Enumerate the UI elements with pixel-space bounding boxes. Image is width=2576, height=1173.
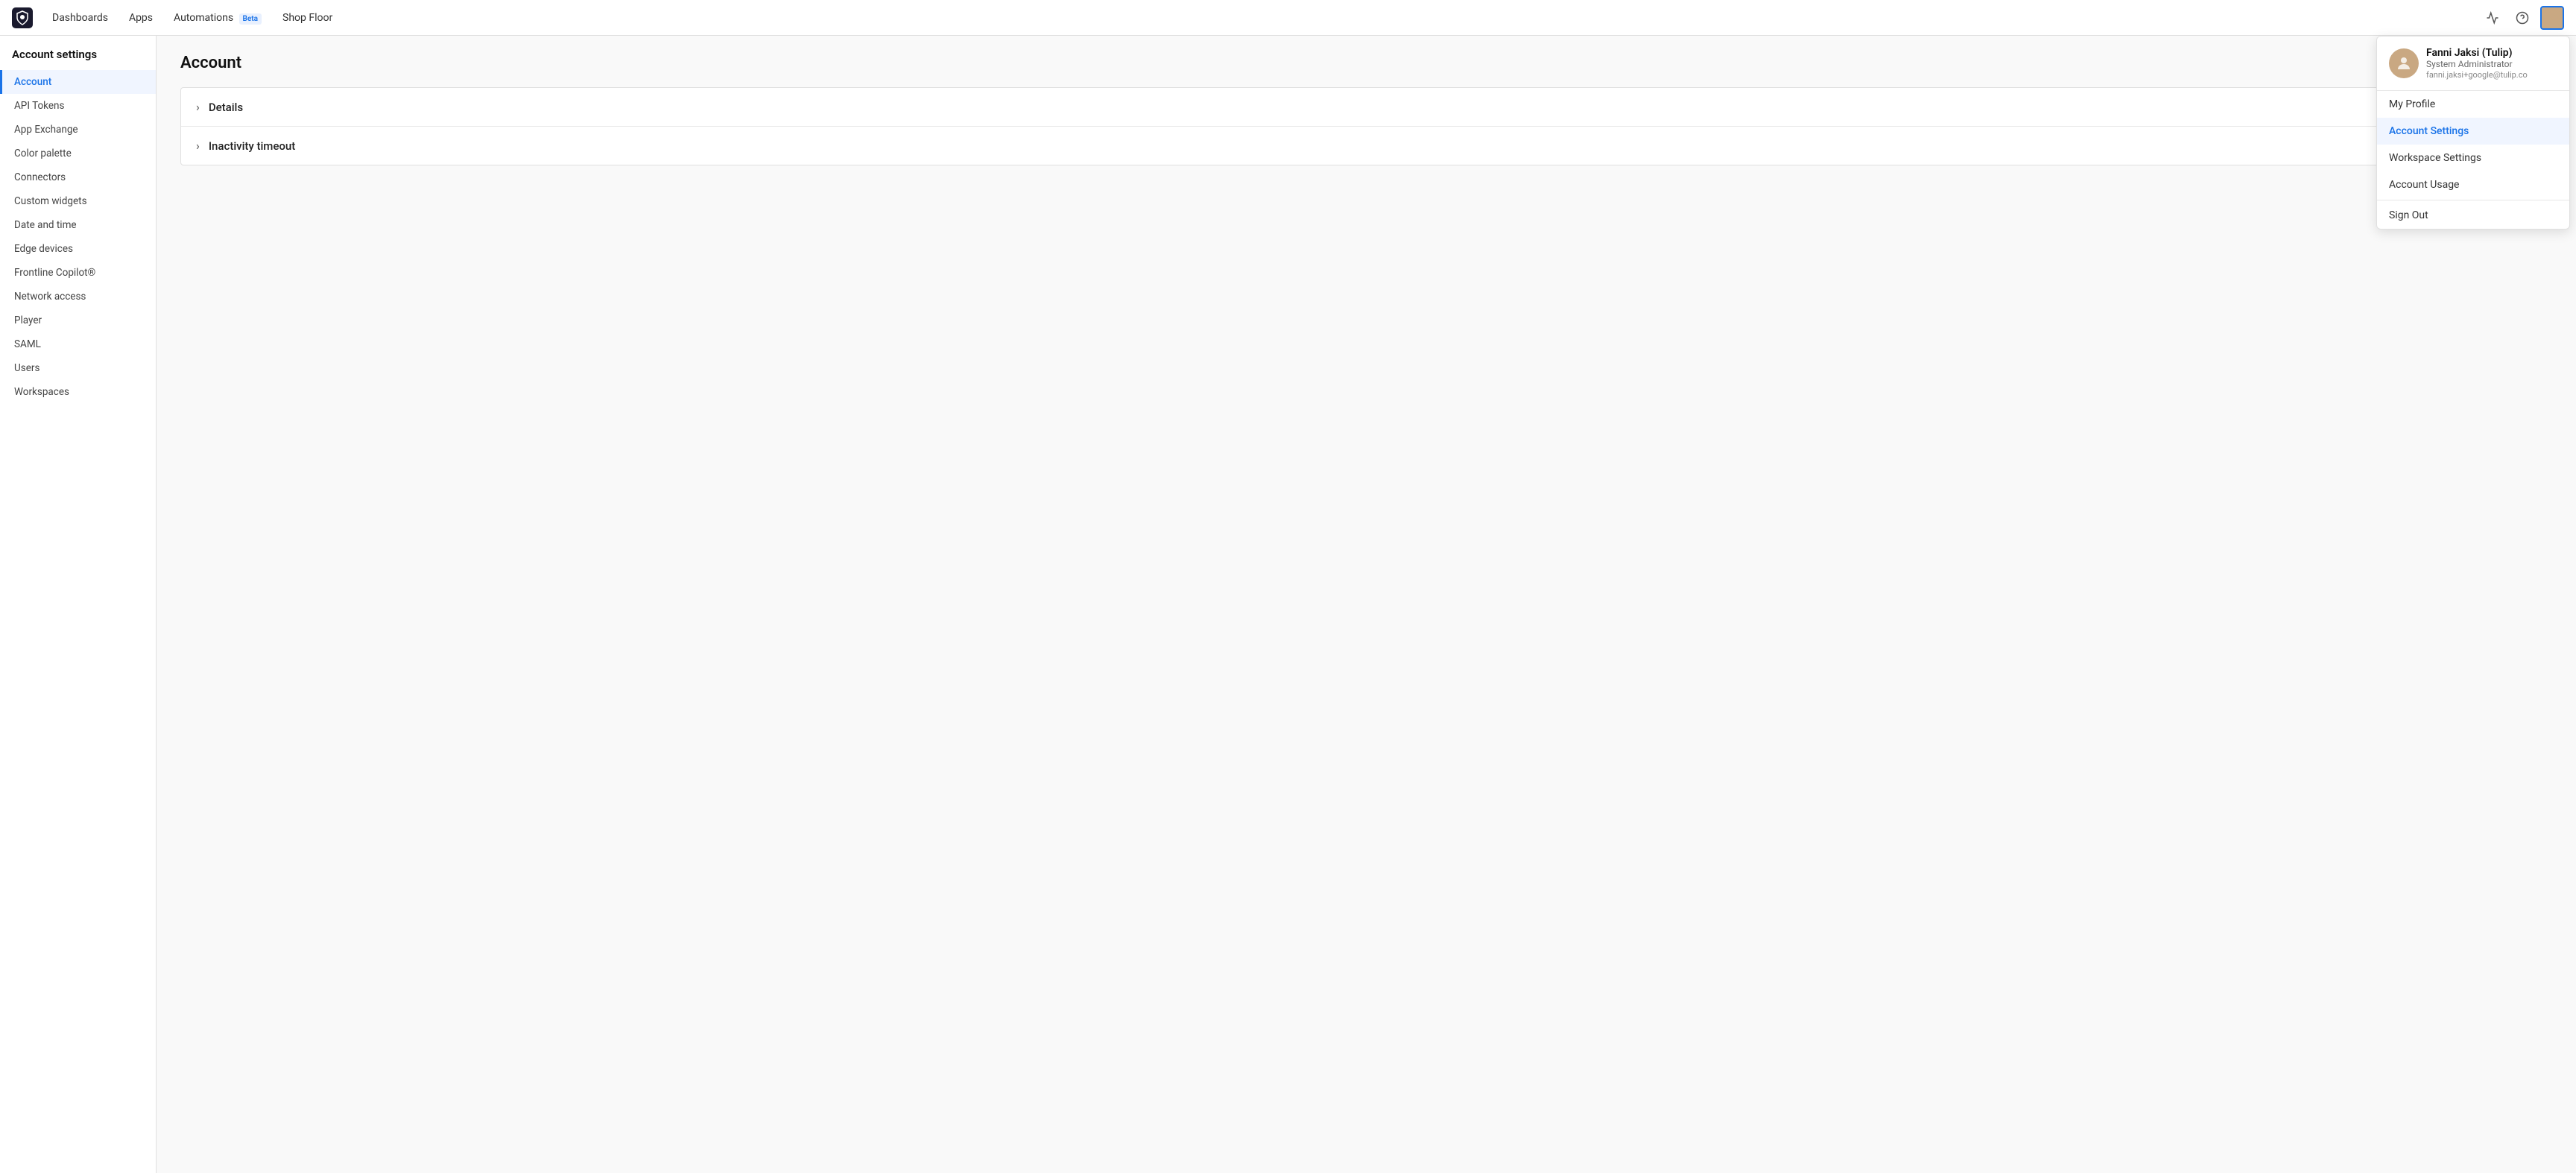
sidebar-title: Account settings: [0, 48, 156, 70]
section-inactivity-row[interactable]: › Inactivity timeout: [181, 127, 2551, 165]
beta-badge: Beta: [239, 13, 262, 25]
user-dropdown-menu: Fanni Jaksi (Tulip) System Administrator…: [2376, 36, 2570, 230]
nav-automations[interactable]: Automations Beta: [166, 7, 269, 28]
main-content: Account › Details › Inactivity timeout: [157, 36, 2576, 1173]
sidebar-item-color-palette[interactable]: Color palette: [0, 142, 156, 165]
dropdown-user-name: Fanni Jaksi (Tulip): [2426, 47, 2557, 59]
section-inactivity-label: Inactivity timeout: [209, 139, 295, 153]
sidebar: Account settings Account API Tokens App …: [0, 36, 157, 1173]
dropdown-user-role: System Administrator: [2426, 59, 2557, 69]
main-layout: Account settings Account API Tokens App …: [0, 36, 2576, 1173]
user-avatar-button[interactable]: [2540, 6, 2564, 30]
dropdown-sign-out[interactable]: Sign Out: [2377, 202, 2569, 229]
top-navigation: Dashboards Apps Automations Beta Shop Fl…: [0, 0, 2576, 36]
sidebar-item-player[interactable]: Player: [0, 309, 156, 332]
sidebar-item-saml[interactable]: SAML: [0, 332, 156, 356]
sidebar-item-connectors[interactable]: Connectors: [0, 165, 156, 189]
sidebar-item-custom-widgets[interactable]: Custom widgets: [0, 189, 156, 213]
page-title: Account: [180, 54, 2552, 72]
sidebar-item-network-access[interactable]: Network access: [0, 285, 156, 309]
nav-dashboards[interactable]: Dashboards: [45, 7, 116, 28]
topnav-right-actions: [2481, 6, 2564, 30]
dropdown-workspace-settings[interactable]: Workspace Settings: [2377, 145, 2569, 171]
app-logo[interactable]: [12, 7, 33, 28]
dropdown-user-email: fanni.jaksi+google@tulip.co: [2426, 70, 2557, 80]
dropdown-my-profile[interactable]: My Profile: [2377, 91, 2569, 118]
section-details-label: Details: [209, 101, 243, 114]
dropdown-account-settings[interactable]: Account Settings: [2377, 118, 2569, 145]
sidebar-item-frontline-copilot[interactable]: Frontline Copilot®: [0, 261, 156, 285]
nav-links: Dashboards Apps Automations Beta Shop Fl…: [45, 7, 2481, 28]
nav-apps[interactable]: Apps: [121, 7, 160, 28]
sidebar-item-account[interactable]: Account: [0, 70, 156, 94]
help-icon-button[interactable]: [2510, 6, 2534, 30]
chevron-right-icon: ›: [196, 100, 200, 114]
sidebar-item-date-and-time[interactable]: Date and time: [0, 213, 156, 237]
dropdown-account-usage[interactable]: Account Usage: [2377, 171, 2569, 198]
nav-shop-floor[interactable]: Shop Floor: [275, 7, 340, 28]
sidebar-item-workspaces[interactable]: Workspaces: [0, 380, 156, 404]
sidebar-item-api-tokens[interactable]: API Tokens: [0, 94, 156, 118]
sidebar-item-users[interactable]: Users: [0, 356, 156, 380]
section-details-row[interactable]: › Details: [181, 88, 2551, 127]
activity-icon-button[interactable]: [2481, 6, 2504, 30]
sidebar-item-app-exchange[interactable]: App Exchange: [0, 118, 156, 142]
dropdown-user-section: Fanni Jaksi (Tulip) System Administrator…: [2377, 37, 2569, 91]
dropdown-user-avatar: [2389, 48, 2419, 78]
dropdown-user-info: Fanni Jaksi (Tulip) System Administrator…: [2426, 47, 2557, 80]
sidebar-item-edge-devices[interactable]: Edge devices: [0, 237, 156, 261]
chevron-right-icon-2: ›: [196, 139, 200, 153]
account-sections-card: › Details › Inactivity timeout: [180, 87, 2552, 165]
